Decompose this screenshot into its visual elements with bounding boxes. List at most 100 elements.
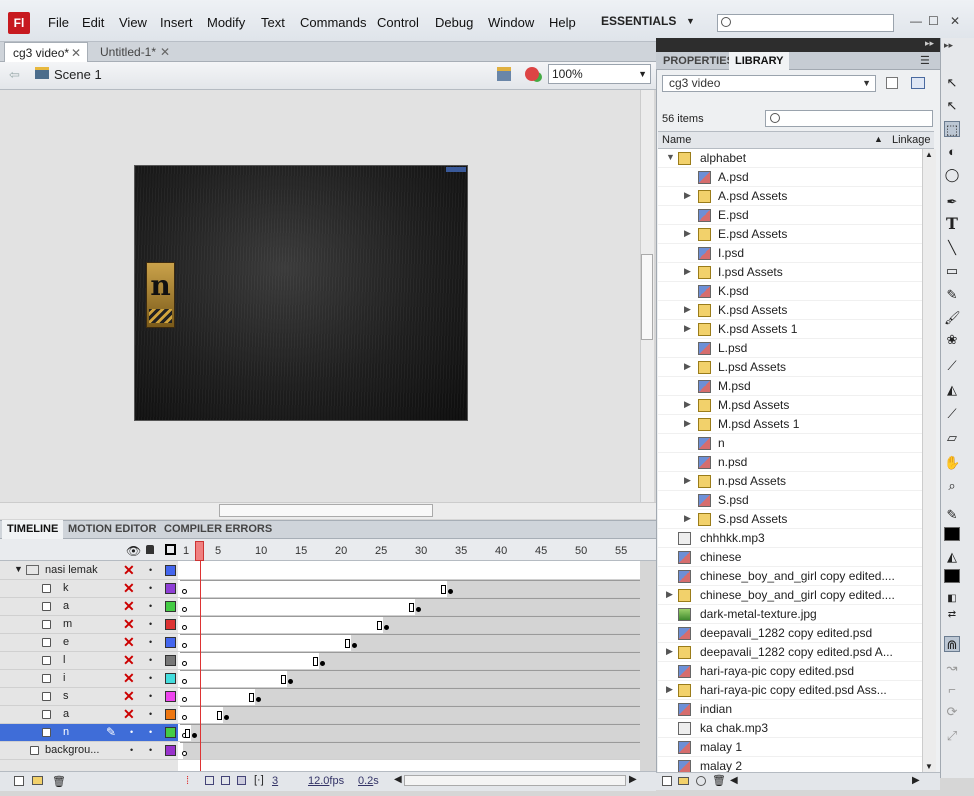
library-item[interactable]: dark-metal-texture.jpg (658, 605, 922, 624)
end-frame-marker[interactable] (409, 603, 414, 612)
layer-row[interactable]: k ✕ • (0, 580, 640, 598)
black-and-white-icon[interactable]: ◧ (944, 591, 960, 607)
empty-frames[interactable] (180, 689, 255, 705)
column-linkage[interactable]: Linkage (892, 134, 931, 146)
keyframe[interactable] (448, 589, 453, 594)
folder-expand-icon[interactable]: ▶ (684, 475, 691, 486)
layer-row[interactable]: l ✕ • (0, 652, 640, 670)
lock-dot[interactable]: • (149, 688, 152, 704)
new-library-panel-icon[interactable] (911, 77, 925, 89)
menu-help[interactable]: Help (549, 15, 576, 30)
column-name[interactable]: Name (662, 134, 691, 146)
new-layer-icon[interactable] (14, 776, 24, 786)
blank-keyframe[interactable] (182, 697, 187, 702)
layer-name[interactable]: n (63, 726, 69, 738)
layer-color-swatch[interactable] (165, 727, 176, 738)
layer-name[interactable]: l (63, 654, 65, 666)
end-frame-marker[interactable] (217, 711, 222, 720)
text-tool-icon[interactable]: T (944, 216, 960, 232)
new-symbol-icon[interactable] (662, 776, 672, 786)
library-item[interactable]: M.psd (658, 377, 922, 396)
menu-debug[interactable]: Debug (435, 15, 473, 30)
frame-span[interactable] (180, 724, 640, 741)
pen-tool-icon[interactable]: ✒ (944, 194, 960, 210)
layer-row[interactable]: s ✕ • (0, 688, 640, 706)
letter-n-symbol[interactable]: n (146, 262, 175, 328)
blank-keyframe[interactable] (182, 643, 187, 648)
folder-expand-icon[interactable]: ▶ (684, 304, 691, 315)
modify-markers-icon[interactable]: [·] (254, 774, 264, 786)
empty-frames[interactable] (180, 635, 351, 651)
frame-span[interactable] (180, 706, 640, 723)
rectangle-tool-icon[interactable]: ▭ (944, 263, 960, 279)
straighten-icon[interactable]: ⌐ (944, 682, 960, 698)
zoom-select[interactable]: 100% ▼ (548, 64, 651, 84)
lock-dot[interactable]: • (149, 724, 152, 740)
folder-expand-icon[interactable]: ▶ (666, 646, 673, 657)
new-folder-icon[interactable] (32, 776, 43, 785)
library-item[interactable]: S.psd (658, 491, 922, 510)
outline-all-icon[interactable] (165, 544, 176, 555)
delete-icon[interactable]: 🗑 (52, 775, 66, 788)
panel-collapse-bar[interactable]: ▸▸ (656, 38, 940, 52)
back-arrow-icon[interactable]: ⇦ (9, 67, 20, 83)
library-document-select[interactable]: cg3 video ▼ (662, 75, 876, 92)
scroll-left-icon[interactable]: ◀ (730, 775, 738, 786)
hidden-x-icon[interactable]: ✕ (123, 562, 135, 578)
empty-frames[interactable] (180, 599, 415, 615)
scrollbar-thumb[interactable] (219, 504, 433, 517)
empty-frames[interactable] (180, 671, 287, 687)
collapse-icon[interactable]: ▸▸ (925, 38, 934, 49)
eraser-tool-icon[interactable]: ▱ (944, 430, 960, 446)
library-item[interactable]: ▶ deepavali_1282 copy edited.psd A... (658, 643, 922, 662)
lasso-tool-icon[interactable]: ◯ (944, 167, 960, 183)
layer-name[interactable]: a (63, 600, 69, 612)
delete-icon[interactable]: 🗑 (712, 774, 726, 787)
folder-expand-icon[interactable]: ▶ (684, 361, 691, 372)
library-item[interactable]: deepavali_1282 copy edited.psd (658, 624, 922, 643)
paint-bucket-tool-icon[interactable]: ◭ (944, 382, 960, 398)
tab-timeline[interactable]: TIMELINE (2, 520, 64, 539)
line-tool-icon[interactable]: ╲ (944, 240, 960, 256)
sort-ascending-icon[interactable]: ▲ (874, 134, 883, 144)
subselection-tool-icon[interactable]: ↖ (944, 98, 960, 114)
zoom-tool-icon[interactable]: ⌕ (944, 478, 960, 494)
blank-keyframe[interactable] (182, 715, 187, 720)
tab-compiler-errors[interactable]: COMPILER ERRORS (159, 520, 277, 539)
visibility-dot[interactable]: • (130, 742, 133, 758)
keyframe[interactable] (352, 643, 357, 648)
menu-commands[interactable]: Commands (300, 15, 366, 30)
blank-keyframe[interactable] (182, 589, 187, 594)
empty-frames[interactable] (180, 617, 383, 633)
layer-row[interactable]: a ✕ • (0, 706, 640, 724)
library-item[interactable]: ▶ E.psd Assets (658, 225, 922, 244)
end-frame-marker[interactable] (249, 693, 254, 702)
menu-insert[interactable]: Insert (160, 15, 193, 30)
library-item[interactable]: ka chak.mp3 (658, 719, 922, 738)
library-item[interactable]: K.psd (658, 282, 922, 301)
layer-row[interactable]: e ✕ • (0, 634, 640, 652)
hidden-x-icon[interactable]: ✕ (123, 580, 135, 596)
stroke-color-swatch[interactable] (944, 527, 960, 541)
folder-expand-icon[interactable]: ▶ (684, 418, 691, 429)
blank-keyframe[interactable] (182, 625, 187, 630)
frame-span[interactable] (180, 742, 640, 759)
scrollbar-thumb[interactable] (641, 254, 653, 340)
hidden-x-icon[interactable]: ✕ (123, 688, 135, 704)
folder-expand-icon[interactable]: ▶ (684, 399, 691, 410)
scale-icon[interactable]: ⤢ (944, 728, 960, 744)
layer-color-swatch[interactable] (165, 673, 176, 684)
library-item[interactable]: malay 1 (658, 738, 922, 757)
library-item[interactable]: I.psd (658, 244, 922, 263)
layer-color-swatch[interactable] (165, 691, 176, 702)
library-item[interactable]: ▶ M.psd Assets (658, 396, 922, 415)
menu-view[interactable]: View (119, 15, 147, 30)
library-item[interactable]: E.psd (658, 206, 922, 225)
library-item[interactable]: chinese (658, 548, 922, 567)
layer-name[interactable]: k (63, 582, 69, 594)
tab-motion-editor[interactable]: MOTION EDITOR (63, 520, 161, 539)
swap-colors-icon[interactable]: ⇄ (944, 607, 960, 623)
hidden-x-icon[interactable]: ✕ (123, 706, 135, 722)
library-search-input[interactable] (765, 110, 933, 127)
scroll-up-icon[interactable]: ▲ (925, 150, 933, 159)
